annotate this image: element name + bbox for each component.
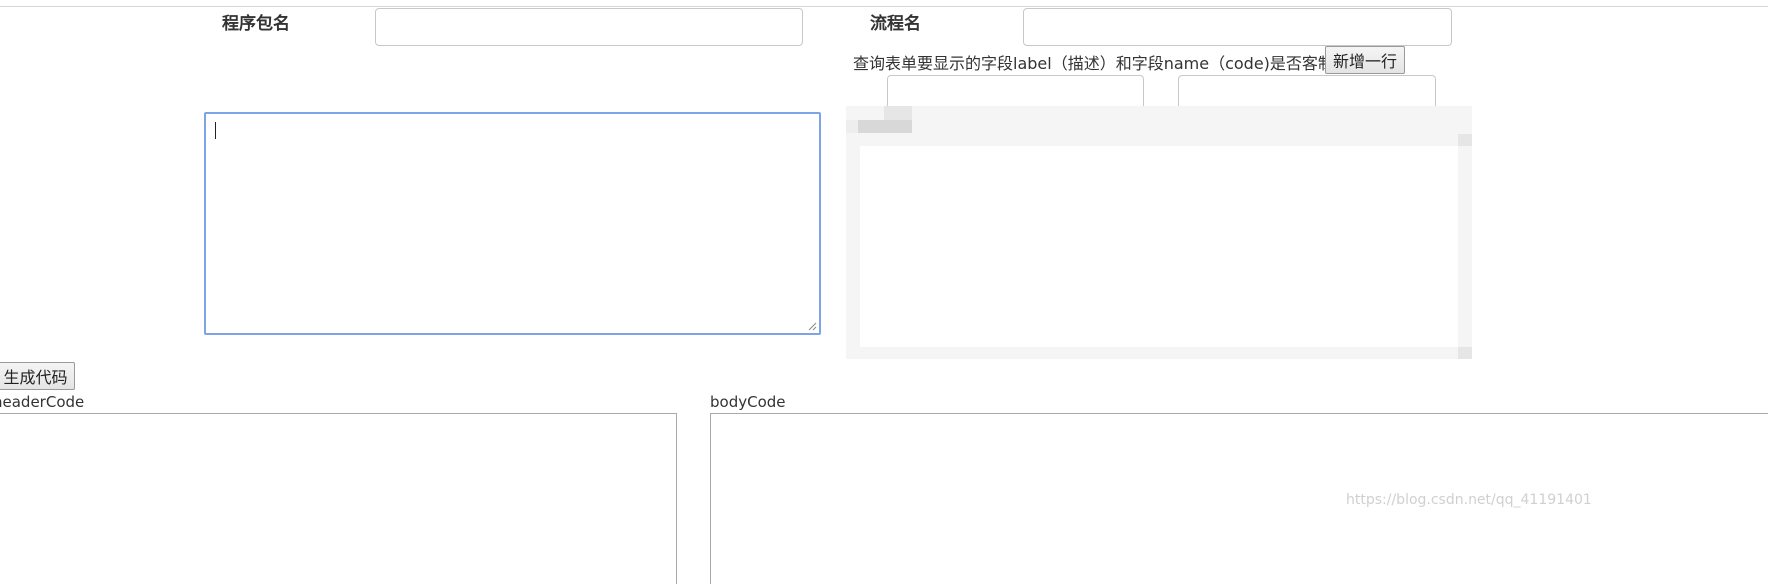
package-name-input[interactable] [375, 8, 803, 46]
flow-name-input[interactable] [1023, 8, 1452, 46]
top-divider [0, 6, 1768, 7]
obscured-chip [846, 120, 858, 133]
resize-grip-icon[interactable] [807, 321, 817, 331]
text-caret [215, 122, 216, 139]
header-code-label: headerCode [0, 393, 85, 411]
obscured-chip [1458, 347, 1472, 359]
obscured-chip [884, 106, 912, 120]
obscured-inner-panel [860, 146, 1458, 347]
query-fields-description: 查询表单要显示的字段label（描述）和字段name（code)是否客制化 [853, 54, 1350, 73]
add-row-button[interactable]: 新增一行 [1325, 46, 1405, 74]
obscured-area [846, 106, 1472, 359]
obscured-chip [1458, 134, 1472, 146]
package-name-label: 程序包名 [222, 14, 290, 34]
header-code-textarea[interactable] [0, 413, 677, 584]
main-textarea[interactable] [204, 112, 821, 335]
body-code-label: bodyCode [710, 393, 786, 411]
obscured-chip [858, 120, 912, 133]
body-code-textarea[interactable] [710, 413, 1768, 584]
flow-name-label: 流程名 [870, 14, 921, 34]
watermark-text: https://blog.csdn.net/qq_41191401 [1346, 492, 1592, 508]
generate-code-button[interactable]: 生成代码 [0, 362, 75, 390]
